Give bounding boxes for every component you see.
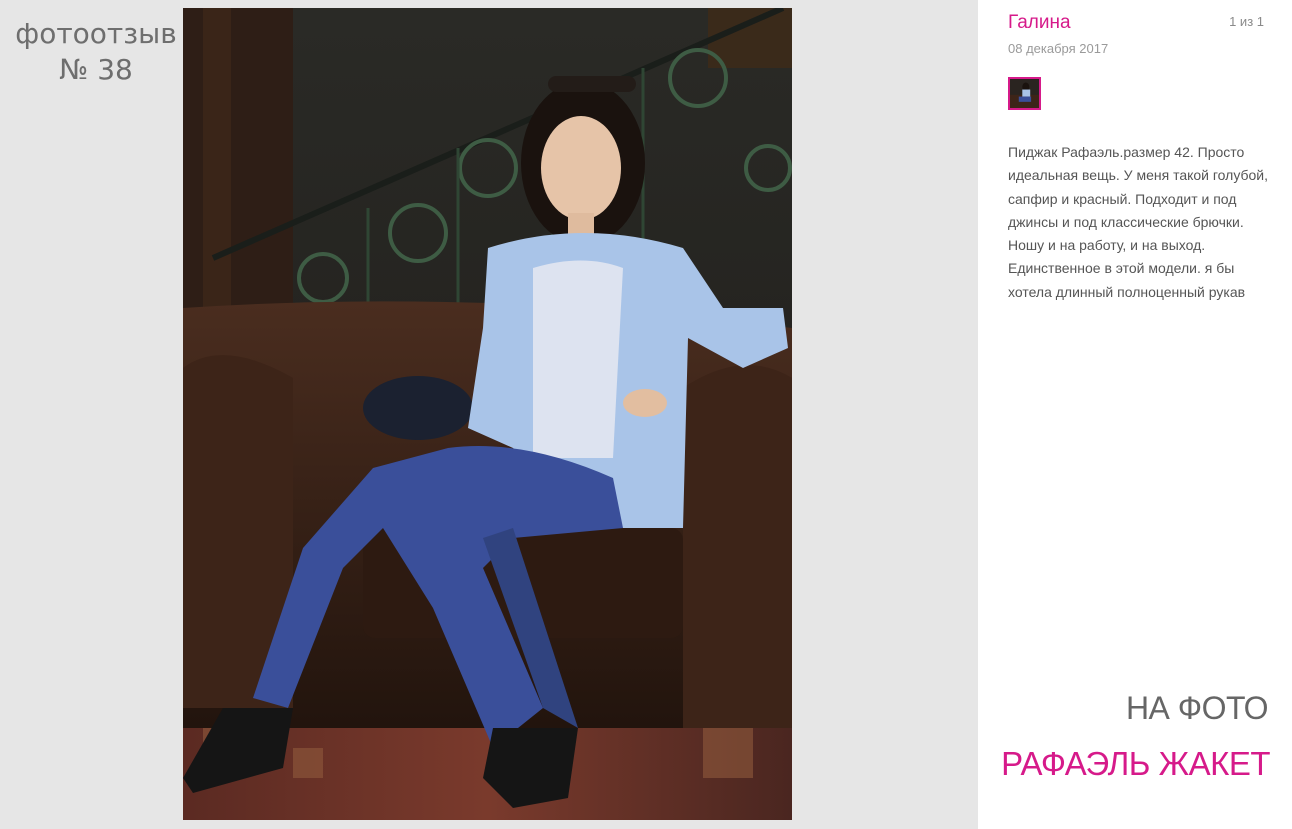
author-name: Галина bbox=[1008, 12, 1071, 33]
photo-counter: 1 из 1 bbox=[1229, 14, 1264, 29]
on-photo-label: НА ФОТО bbox=[1125, 690, 1269, 726]
review-photo[interactable] bbox=[183, 8, 792, 820]
review-label: фотоотзыв bbox=[15, 17, 177, 50]
review-number-value: № 38 bbox=[59, 53, 133, 86]
product-link[interactable]: РАФАЭЛЬ ЖАКЕТ bbox=[1001, 745, 1270, 783]
review-photo-image bbox=[183, 8, 792, 820]
thumbnail-image bbox=[1010, 79, 1039, 108]
review-text: Пиджак Рафаэль.размер 42. Просто идеальн… bbox=[1008, 144, 1269, 300]
photo-thumbnail[interactable] bbox=[1008, 77, 1041, 110]
review-date: 08 декабря 2017 bbox=[1008, 41, 1109, 56]
left-panel: фотоотзыв № 38 bbox=[0, 0, 978, 829]
review-number: фотоотзыв № 38 bbox=[0, 16, 192, 88]
review-sidebar: Галина 1 из 1 08 декабря 2017 Пиджак Раф… bbox=[978, 0, 1292, 829]
